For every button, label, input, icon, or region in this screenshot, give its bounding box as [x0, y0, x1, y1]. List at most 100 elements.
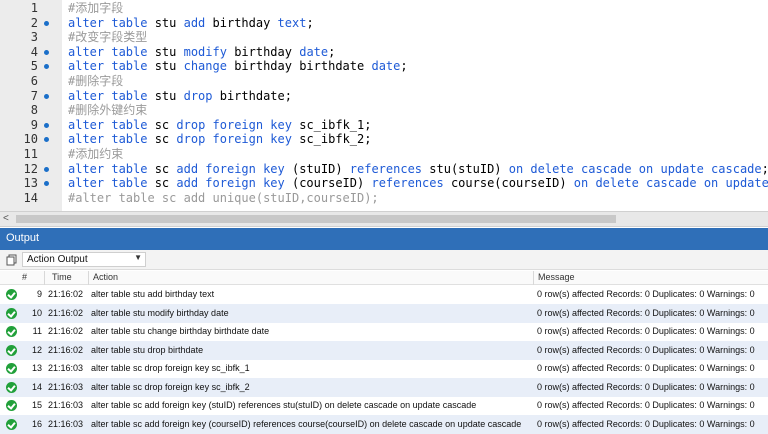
column-divider[interactable] [88, 271, 89, 285]
output-row[interactable]: 10 21:16:02 alter table stu modify birthda… [0, 303, 768, 323]
code-keyword: alter table [68, 176, 155, 191]
row-action: alter table sc add foreign key (courseID… [91, 418, 522, 429]
code-text[interactable]: alter table stu drop birthdate; [68, 89, 292, 104]
row-message: 0 row(s) affected Records: 0 Duplicates:… [537, 418, 755, 429]
success-check-icon [6, 307, 17, 319]
code-keyword: drop foreign key [176, 132, 300, 147]
output-row[interactable]: 11 21:16:02 alter table stu change birthda… [0, 322, 768, 341]
code-keyword: references [349, 161, 430, 176]
col-action[interactable]: Action [93, 272, 118, 282]
code-text[interactable]: #添加字段 [68, 1, 123, 16]
row-time: 21:16:03 [48, 400, 84, 410]
code-text[interactable]: alter table sc add foreign key (stuID) r… [68, 162, 768, 177]
code-identifier: sc_ibfk_1; [299, 117, 372, 132]
code-line[interactable]: 12 alter table sc add foreign key (stuID)… [0, 162, 768, 177]
row-number: 16 [31, 418, 42, 429]
output-row[interactable]: 15 21:16:03 alter table sc add foreign key… [0, 396, 768, 415]
col-time[interactable]: Time [52, 272, 72, 282]
row-action: alter table sc drop foreign key sc_ibfk_… [91, 381, 250, 392]
code-text[interactable]: #删除外键约束 [68, 103, 147, 118]
code-identifier: stu [154, 88, 184, 103]
code-identifier: sc_ibfk_2; [299, 132, 372, 147]
line-number: 3 [30, 30, 38, 45]
code-keyword: date [371, 59, 401, 74]
success-check-icon [6, 289, 17, 300]
code-keyword: references [371, 176, 451, 191]
code-text[interactable]: alter table stu change birthday birthdat… [68, 59, 408, 74]
line-number: 12 [23, 161, 38, 176]
row-time: 21:16:03 [48, 418, 84, 429]
output-row[interactable]: 13 21:16:03 alter table sc drop foreign ke… [0, 359, 768, 378]
success-check-icon [6, 418, 17, 430]
row-message: 0 row(s) affected Records: 0 Duplicates:… [537, 289, 755, 299]
code-line[interactable]: 10 alter table sc drop foreign key sc_ibf… [0, 132, 768, 147]
row-message: 0 row(s) affected Records: 0 Duplicates:… [537, 363, 755, 373]
code-keyword: date [299, 44, 329, 59]
scroll-left-icon[interactable]: < [3, 213, 9, 224]
code-text[interactable]: #添加约束 [68, 147, 123, 162]
code-line[interactable]: 3 #改变字段类型 [0, 30, 768, 45]
scrollbar-thumb[interactable] [16, 215, 616, 223]
line-number: 14 [23, 190, 38, 205]
line-number: 4 [30, 44, 38, 59]
code-identifier: course(courseID) [450, 176, 574, 191]
statement-marker-icon [44, 64, 49, 70]
row-time: 21:16:03 [48, 363, 84, 373]
code-line[interactable]: 5 alter table stu change birthday birthda… [0, 59, 768, 74]
code-identifier: ; [762, 162, 768, 176]
row-number: 11 [32, 326, 42, 336]
code-identifier: ; [306, 15, 314, 30]
code-line[interactable]: 4 alter table stu modify birthday date; [0, 45, 768, 60]
horizontal-scrollbar[interactable]: < [0, 211, 768, 227]
row-action: alter table sc drop foreign key sc_ibfk_… [91, 363, 250, 373]
code-line[interactable]: 1 #添加字段 [0, 1, 768, 16]
sql-editor[interactable]: 1 #添加字段 2 alter table stu add birthday text… [0, 0, 768, 211]
col-number[interactable]: # [22, 272, 27, 282]
chevron-down-icon: ▼ [134, 253, 142, 262]
output-row[interactable]: 9 21:16:02 alter table stu add birthday te… [0, 285, 768, 304]
code-text[interactable]: alter table sc add foreign key (courseID… [68, 176, 768, 191]
output-row[interactable]: 16 21:16:03 alter table sc add foreign key… [0, 414, 768, 434]
code-line[interactable]: 6 #删除字段 [0, 74, 768, 89]
statement-marker-icon [44, 122, 49, 128]
column-divider[interactable] [44, 271, 45, 285]
code-text[interactable]: alter table stu modify birthday date; [68, 45, 335, 60]
code-identifier: sc [154, 176, 177, 191]
row-number: 14 [31, 381, 42, 392]
code-identifier: sc [154, 117, 177, 132]
code-line[interactable]: 8 #删除外键约束 [0, 103, 768, 118]
output-row[interactable]: 14 21:16:03 alter table sc drop foreign ke… [0, 377, 768, 397]
code-identifier: birthday [212, 15, 278, 30]
code-text[interactable]: alter table sc drop foreign key sc_ibfk_… [68, 118, 371, 133]
output-type-select[interactable]: Action Output ▼ [22, 252, 146, 267]
code-comment: #添加字段 [68, 1, 124, 15]
code-line[interactable]: 13 alter table sc add foreign key (course… [0, 176, 768, 191]
code-text[interactable]: alter table stu add birthday text; [68, 16, 314, 31]
code-text[interactable]: #删除字段 [68, 74, 123, 89]
copy-icon[interactable] [6, 254, 18, 266]
code-identifier: (courseID) [291, 176, 372, 191]
code-text[interactable]: alter table sc drop foreign key sc_ibfk_… [68, 132, 371, 147]
statement-marker-icon [44, 20, 49, 26]
row-time: 21:16:02 [48, 289, 84, 299]
code-line[interactable]: 11 #添加约束 [0, 147, 768, 162]
code-line[interactable]: 14 #alter table sc add unique(stuID,cours… [0, 191, 768, 206]
code-keyword: on delete cascade on update cascade [508, 161, 762, 176]
row-action: alter table stu drop birthdate [91, 344, 204, 355]
code-keyword: alter table [68, 88, 155, 103]
col-message[interactable]: Message [538, 272, 575, 282]
output-row[interactable]: 12 21:16:02 alter table stu drop birthdate… [0, 340, 768, 360]
code-line[interactable]: 9 alter table sc drop foreign key sc_ibfk… [0, 118, 768, 133]
code-text[interactable]: #alter table sc add unique(stuID,courseI… [68, 191, 379, 206]
code-keyword: change [183, 59, 235, 74]
code-line[interactable]: 7 alter table stu drop birthdate; [0, 89, 768, 104]
row-message: 0 row(s) affected Records: 0 Duplicates:… [537, 400, 755, 410]
code-comment: #改变字段类型 [68, 30, 148, 45]
code-identifier: ; [400, 59, 408, 74]
code-line[interactable]: 2 alter table stu add birthday text; [0, 16, 768, 31]
code-keyword: add foreign key [176, 161, 292, 176]
column-divider[interactable] [533, 271, 534, 285]
code-text[interactable]: #改变字段类型 [68, 30, 147, 45]
row-action: alter table stu change birthday birthdat… [91, 326, 270, 336]
row-number: 9 [36, 289, 42, 299]
